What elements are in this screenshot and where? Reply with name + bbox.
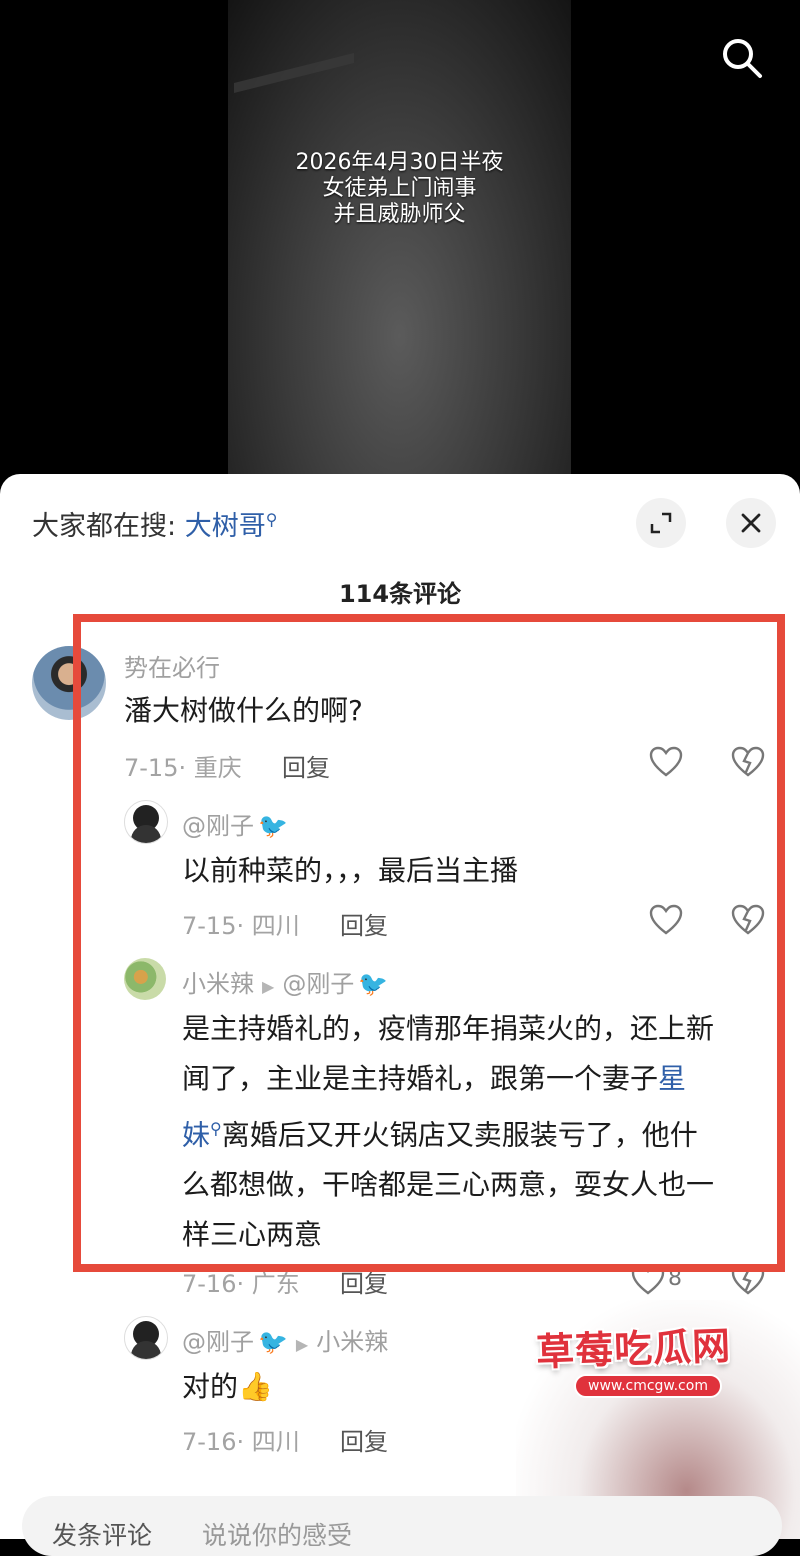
bird-icon: 🐦 (258, 1328, 288, 1356)
broken-heart-icon (731, 1264, 765, 1295)
comment-location: 四川 (251, 1428, 300, 1456)
trending-prefix: 大家都在搜: (32, 511, 177, 542)
comment-text-part: 离婚后又开火锅店又卖服装亏了，他什 (221, 1118, 698, 1152)
comment-date: 7-15 (182, 912, 237, 940)
comment-text-line: 妹⚲离婚后又开火锅店又卖服装亏了，他什 (182, 1104, 772, 1160)
search-button[interactable] (716, 32, 768, 84)
bird-icon: 🐦 (258, 812, 288, 840)
comment-date: 7-16 (182, 1428, 237, 1456)
reply-username-text: @刚子 (182, 812, 254, 840)
search-small-icon: ⚲ (210, 1119, 222, 1138)
comment-text-line: 样三心两意 (182, 1218, 323, 1252)
comment-text: 对的👍 (182, 1362, 273, 1412)
like-button[interactable] (648, 902, 684, 938)
dislike-button[interactable] (730, 902, 766, 938)
like-button[interactable] (630, 1262, 666, 1298)
comment-text-line: 么都想做，干啥都是三心两意，耍女人也一 (182, 1168, 715, 1202)
avatar[interactable] (124, 958, 166, 1000)
trending-keyword[interactable]: 大树哥 (185, 511, 266, 542)
search-icon (723, 39, 762, 78)
comment-location: 广东 (251, 1270, 300, 1298)
broken-heart-icon (731, 746, 765, 777)
expand-button[interactable] (636, 498, 686, 548)
watermark-url: www.cmcgw.com (574, 1374, 722, 1398)
reply-username[interactable]: @刚子 🐦 ▶ 小米辣 (182, 1322, 388, 1357)
comment-date: 7-16 (182, 1270, 237, 1298)
comment-location: 重庆 (193, 754, 242, 782)
comment-count: 114条评论 (338, 580, 462, 608)
video-caption-line: 并且威胁师父 (333, 202, 466, 227)
close-icon (741, 513, 761, 533)
dislike-button[interactable] (730, 744, 766, 780)
close-button[interactable] (726, 498, 776, 548)
reply-button[interactable]: 回复 (340, 1422, 388, 1457)
reply-arrow-icon: ▶ (262, 977, 275, 996)
comment-text: 以前种菜的，，，最后当主播 (182, 854, 519, 887)
reply-username-text: @刚子 (182, 1328, 254, 1356)
reply-arrow-icon: ▶ (295, 1335, 309, 1354)
reply-username[interactable]: @刚子 🐦 (182, 806, 288, 841)
dislike-button[interactable] (730, 1262, 766, 1298)
video-player[interactable]: 2026年4月30日半夜 女徒弟上门闹事 并且威胁师父 (0, 0, 800, 480)
comment-text: 是主持婚礼的，疫情那年捐菜火的，还上新 闻了，主业是主持婚礼，跟第一个妻子星 妹… (182, 1004, 772, 1260)
keyword-link[interactable]: 妹 (182, 1118, 210, 1151)
comment-input-placeholder: 说说你的感受 (202, 1521, 353, 1550)
comment-text-part: 对的 (182, 1370, 239, 1403)
comment-meta: 7-16· 广东 (182, 1270, 300, 1298)
reply-button[interactable]: 回复 (340, 906, 388, 941)
bird-icon: 🐦 (358, 970, 389, 998)
reply-to-username: @刚子 (282, 970, 355, 998)
video-caption-line: 女徒弟上门闹事 (322, 176, 477, 201)
comment-input[interactable]: 发条评论 说说你的感受 (22, 1496, 782, 1556)
avatar[interactable] (124, 800, 168, 844)
comment-meta: 7-15· 重庆 (124, 754, 242, 782)
broken-heart-icon (731, 904, 765, 935)
reply-username-text: 小米辣 (182, 970, 254, 998)
watermark-logo: 草莓吃瓜网 (535, 1323, 732, 1375)
thumbs-up-icon: 👍 (238, 1370, 273, 1403)
heart-icon (649, 746, 683, 777)
comment-meta: 7-15· 四川 (182, 912, 300, 940)
comment-meta: 7-16· 四川 (182, 1428, 300, 1456)
reply-button[interactable]: 回复 (340, 1264, 388, 1299)
comment-location: 四川 (251, 912, 300, 940)
video-caption-line: 2026年4月30日半夜 (295, 150, 504, 175)
reply-to-username: 小米辣 (316, 1328, 389, 1356)
avatar[interactable] (124, 1316, 168, 1360)
keyword-link[interactable]: 星 (658, 1062, 686, 1095)
comment-input-label: 发条评论 (52, 1521, 153, 1550)
heart-icon (631, 1264, 665, 1295)
comment-text-line: 是主持婚礼的，疫情那年捐菜火的，还上新 (182, 1012, 715, 1045)
comment-username[interactable]: 势在必行 (124, 648, 220, 683)
like-count: 8 (668, 1266, 682, 1291)
video-caption: 2026年4月30日半夜 女徒弟上门闹事 并且威胁师父 (228, 150, 571, 228)
comment-text-part: 闻了，主业是主持婚礼，跟第一个妻子 (182, 1062, 659, 1095)
trending-search[interactable]: 大家都在搜: 大树哥⚲ (32, 504, 277, 543)
heart-icon (649, 904, 683, 935)
reply-username[interactable]: 小米辣 ▶ @刚子 🐦 (182, 964, 388, 999)
comment-text: 潘大树做什么的啊? (124, 694, 363, 727)
search-small-icon: ⚲ (265, 510, 278, 529)
video-bench-shape (234, 53, 354, 153)
reply-button[interactable]: 回复 (282, 748, 330, 783)
avatar[interactable] (32, 646, 106, 720)
video-frame (228, 0, 571, 480)
expand-icon (650, 512, 672, 534)
like-button[interactable] (648, 744, 684, 780)
comment-date: 7-15 (124, 754, 179, 782)
comment-text-line: 闻了，主业是主持婚礼，跟第一个妻子星 (182, 1054, 772, 1104)
